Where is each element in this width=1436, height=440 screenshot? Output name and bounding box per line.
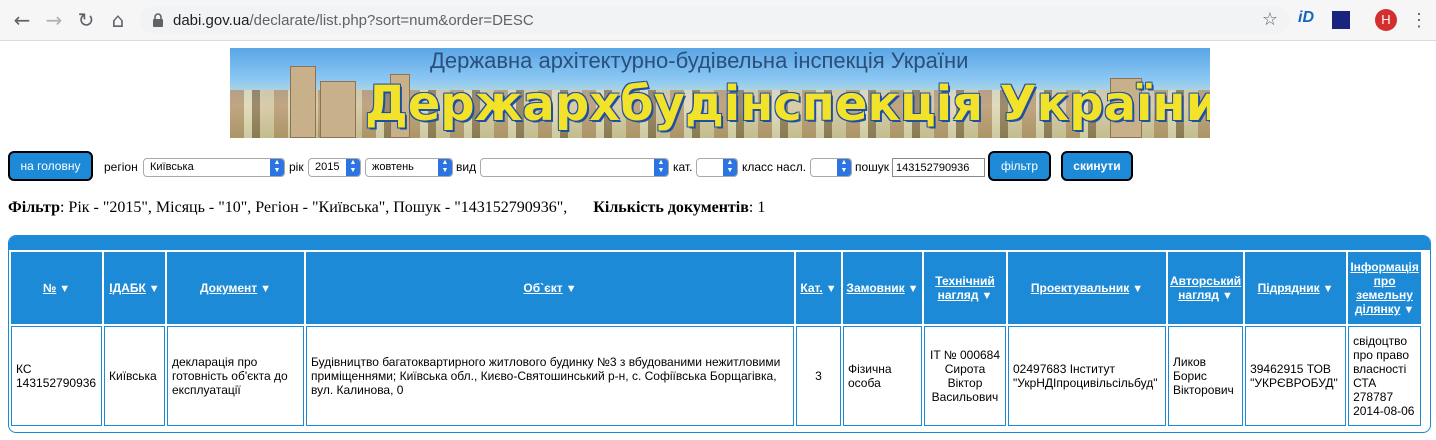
extension-icon[interactable] — [1332, 11, 1350, 29]
year-label: рік — [289, 160, 304, 174]
home-button[interactable]: на головну — [8, 151, 93, 181]
browser-toolbar: ← → ↻ ⌂ dabi.gov.ua/declarate/list.php?s… — [0, 0, 1436, 41]
address-bar[interactable]: dabi.gov.ua/declarate/list.php?sort=num&… — [140, 6, 1290, 34]
column-header-tech-supervision[interactable]: Технічний нагляд ▼ — [924, 252, 1006, 324]
class-select[interactable]: ▲ ▼ — [810, 158, 852, 177]
sort-down-icon: ▼ — [825, 283, 837, 295]
cell-customer: Фізична особа — [843, 326, 922, 426]
banner-title: Держархбудінспекція України — [365, 76, 1210, 132]
column-header-category[interactable]: Кат. ▼ — [796, 252, 841, 324]
document-count-value: : 1 — [748, 199, 766, 216]
select-arrows-icon: ▲ ▼ — [346, 159, 360, 176]
cell-land-info: свідоцтво про право власності СТА 278787… — [1348, 326, 1422, 426]
document-count-label: Кількість документів — [593, 199, 749, 216]
select-arrows-icon: ▲ ▼ — [270, 159, 284, 176]
sort-down-icon: ▼ — [1222, 290, 1233, 302]
category-select[interactable]: ▲ ▼ — [696, 158, 738, 177]
declarations-table: № ▼ ІДАБК ▼ Документ ▼ Об`єкт ▼ Кат. ▼ Замовн… — [9, 250, 1423, 428]
column-header-customer[interactable]: Замовник ▼ — [843, 252, 922, 324]
cell-idabk: Київська — [104, 326, 165, 426]
month-select[interactable]: жовтень ▲ ▼ — [365, 158, 453, 177]
cell-designer: 02497683 Інститут "УкрНДІпроцивільсільбу… — [1008, 326, 1166, 426]
bookmark-star-icon[interactable]: ☆ — [1262, 9, 1278, 30]
search-input[interactable] — [892, 158, 985, 177]
cell-tech-supervision: IT № 000684 Сирота Віктор Васильович — [924, 326, 1006, 426]
column-header-object[interactable]: Об`єкт ▼ — [306, 252, 794, 324]
filter-summary: Фільтр: Рік - "2015", Місяць - "10", Рег… — [8, 199, 765, 217]
sort-down-icon: ▼ — [1403, 304, 1415, 316]
category-label: кат. — [673, 160, 693, 174]
sort-down-icon: ▼ — [565, 283, 577, 295]
column-header-designer[interactable]: Проектувальник ▼ — [1008, 252, 1166, 324]
sort-down-icon: ▼ — [260, 283, 272, 295]
site-banner: Державна архітектурно-будівельна інспекц… — [230, 48, 1210, 138]
cell-contractor: 39462915 ТОВ "УКРЄВРОБУД" — [1245, 326, 1347, 426]
filter-bar: на головну регіон Київська ▲ ▼ рік 2015 ▲ ▼ … — [8, 151, 1428, 183]
banner-building — [290, 66, 316, 138]
column-header-author-supervision[interactable]: Авторський нагляд ▼ — [1168, 252, 1244, 324]
sort-down-icon: ▼ — [148, 283, 160, 295]
sort-down-icon: ▼ — [907, 283, 919, 295]
back-icon[interactable]: ← — [10, 8, 34, 32]
reset-button[interactable]: скинути — [1061, 151, 1133, 181]
filter-summary-text: : Рік - "2015", Місяць - "10", Регіон - … — [59, 199, 568, 216]
column-header-idabk[interactable]: ІДАБК ▼ — [104, 252, 165, 324]
table-top-bar — [9, 236, 1430, 250]
year-select[interactable]: 2015 ▲ ▼ — [308, 158, 361, 177]
cell-num: КС 143152790936 — [11, 326, 102, 426]
url-text: dabi.gov.ua/declarate/list.php?sort=num&… — [173, 12, 534, 29]
kind-select[interactable]: ▲ ▼ — [480, 158, 669, 177]
sort-down-icon: ▼ — [59, 283, 71, 295]
banner-building — [320, 81, 356, 138]
filter-button[interactable]: фільтр — [988, 151, 1051, 181]
profile-avatar[interactable]: H — [1375, 9, 1397, 31]
extension-id-icon[interactable]: iD — [1298, 9, 1320, 31]
column-header-land-info[interactable]: Інформація про земельну ділянку ▼ — [1348, 252, 1422, 324]
browser-menu-icon[interactable]: ⋮ — [1410, 8, 1428, 32]
filter-summary-label: Фільтр — [8, 199, 60, 216]
class-label: класс насл. — [742, 160, 807, 174]
select-arrows-icon: ▲ ▼ — [837, 159, 851, 176]
select-arrows-icon: ▲ ▼ — [654, 159, 668, 176]
column-header-document[interactable]: Документ ▼ — [167, 252, 304, 324]
kind-label: вид — [456, 160, 477, 174]
region-label: регіон — [104, 160, 138, 174]
forward-icon[interactable]: → — [42, 8, 66, 32]
reload-icon[interactable]: ↻ — [74, 8, 98, 32]
region-select[interactable]: Київська ▲ ▼ — [143, 158, 285, 177]
results-table: № ▼ ІДАБК ▼ Документ ▼ Об`єкт ▼ Кат. ▼ Замовн… — [8, 235, 1431, 433]
select-arrows-icon: ▲ ▼ — [438, 159, 452, 176]
home-icon[interactable]: ⌂ — [106, 8, 130, 32]
column-header-num[interactable]: № ▼ — [11, 252, 102, 324]
table-row: КС 143152790936 Київська декларація про … — [11, 326, 1422, 426]
lock-icon — [153, 13, 163, 27]
cell-object: Будівництво багатоквартирного житлового … — [306, 326, 794, 426]
cell-document: декларація про готовність об'єкта до екс… — [167, 326, 304, 426]
search-label: пошук — [855, 160, 890, 174]
sort-down-icon: ▼ — [1132, 283, 1144, 295]
banner-subtitle: Державна архітектурно-будівельна інспекц… — [430, 48, 969, 73]
sort-down-icon: ▼ — [981, 290, 993, 302]
column-header-contractor[interactable]: Підрядник ▼ — [1245, 252, 1347, 324]
select-arrows-icon: ▲ ▼ — [723, 159, 737, 176]
cell-author-supervision: Ликов Борис Вікторович — [1168, 326, 1244, 426]
cell-category: 3 — [796, 326, 841, 426]
table-header-row: № ▼ ІДАБК ▼ Документ ▼ Об`єкт ▼ Кат. ▼ Замовн… — [11, 252, 1422, 324]
sort-down-icon: ▼ — [1322, 283, 1334, 295]
